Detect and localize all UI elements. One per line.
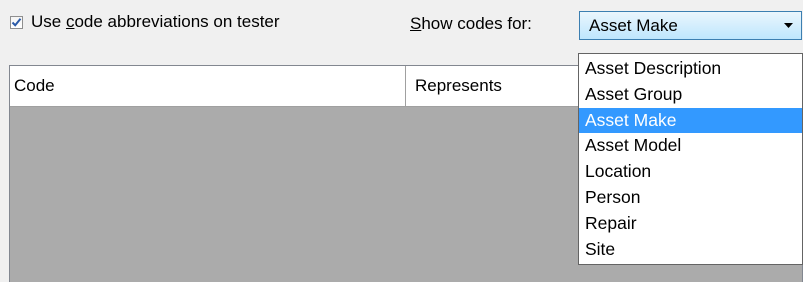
dropdown-option[interactable]: Person xyxy=(579,185,802,211)
dropdown-option[interactable]: Asset Model xyxy=(579,133,802,159)
combobox-selected-value: Asset Make xyxy=(589,15,678,35)
abbreviations-option[interactable]: Use code abbreviations on tester xyxy=(10,12,280,32)
codes-panel: Use code abbreviations on tester Show co… xyxy=(0,0,803,282)
checkmark-icon xyxy=(11,17,22,27)
dropdown-option[interactable]: Asset Description xyxy=(579,56,802,82)
dropdown-option[interactable]: Asset Make xyxy=(579,107,802,134)
dropdown-option[interactable]: Repair xyxy=(579,211,802,237)
chevron-down-icon[interactable] xyxy=(781,23,795,28)
dropdown-option[interactable]: Location xyxy=(579,159,802,185)
show-codes-dropdown-list[interactable]: Asset Description Asset Group Asset Make… xyxy=(578,53,803,265)
show-codes-combobox[interactable]: Asset Make xyxy=(579,11,802,40)
dropdown-option[interactable]: Site xyxy=(579,237,802,263)
abbreviations-checkbox[interactable] xyxy=(10,15,23,29)
column-header-code[interactable]: Code xyxy=(10,66,406,106)
dropdown-option[interactable]: Asset Group xyxy=(579,82,802,108)
abbreviations-label: Use code abbreviations on tester xyxy=(31,12,280,31)
show-codes-label: Show codes for: xyxy=(410,14,532,33)
